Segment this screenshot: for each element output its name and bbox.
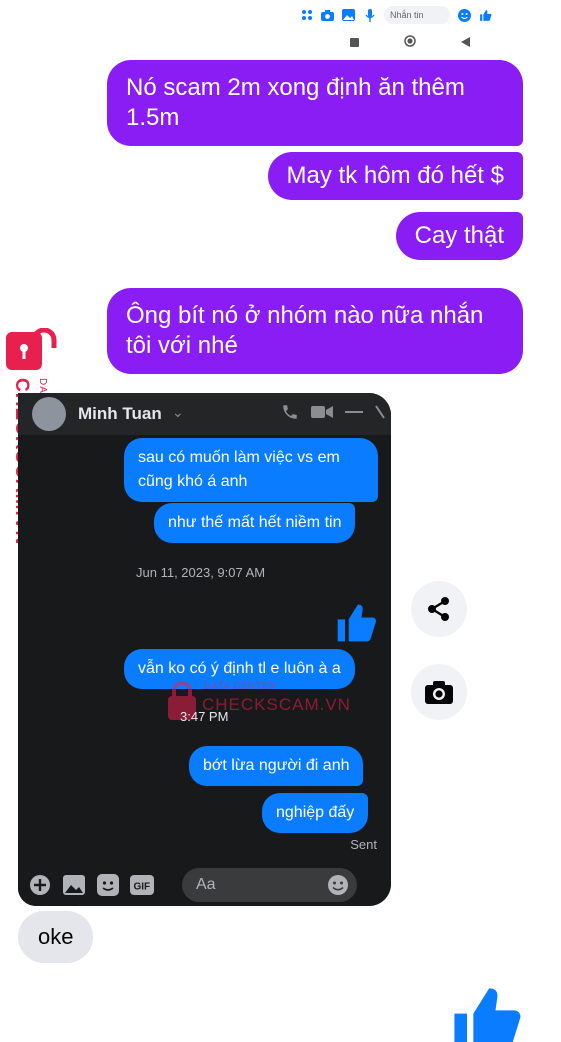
composer-bar: Nhắn tin <box>300 2 520 28</box>
screenshot-chat-header: Minh Tuan ⌄ <box>18 393 391 435</box>
square-icon[interactable] <box>350 34 359 52</box>
avatar <box>32 397 66 431</box>
screenshot-input-placeholder: Aa <box>196 876 216 893</box>
screenshot-timestamp: Jun 11, 2023, 9:07 AM <box>136 565 266 580</box>
thumbs-up-icon[interactable] <box>448 982 524 1042</box>
screenshot-timestamp: 3:47 PM <box>180 709 229 724</box>
message-status: Sent <box>350 837 377 852</box>
screenshot-message: nghiệp đấy <box>262 793 369 833</box>
contact-name: Minh Tuan <box>78 404 162 423</box>
back-triangle-icon[interactable] <box>461 34 470 52</box>
minimize-icon <box>345 411 363 413</box>
thumbs-up-icon[interactable] <box>479 9 492 22</box>
apps-icon[interactable] <box>300 9 313 22</box>
screenshot-composer: GIF Aa <box>18 863 391 906</box>
share-button[interactable] <box>411 581 467 637</box>
lock-icon <box>6 328 57 370</box>
video-call-icon <box>311 406 333 418</box>
shared-screenshot[interactable]: Minh Tuan ⌄ sau có muốn làm việc vs em c… <box>18 393 391 906</box>
emoji-icon <box>328 875 348 895</box>
image-icon <box>62 873 86 897</box>
chevron-down-icon: ⌄ <box>172 404 184 420</box>
svg-text:GIF: GIF <box>134 881 151 892</box>
outgoing-message[interactable]: Cay thật <box>395 212 523 260</box>
emoji-icon[interactable] <box>458 8 471 22</box>
gif-icon: GIF <box>130 873 154 897</box>
share-icon <box>428 597 449 621</box>
microphone-icon[interactable] <box>363 8 376 22</box>
incoming-message[interactable]: oke <box>18 911 94 963</box>
screenshot-message: bớt lừa người đi anh <box>189 746 364 786</box>
outgoing-message[interactable]: Nó scam 2m xong định ăn thêm 1.5m <box>107 60 523 146</box>
camera-icon[interactable] <box>321 9 334 22</box>
screenshot-message: sau có muốn làm việc vs em cũng khó á an… <box>124 438 378 502</box>
sticker-icon <box>96 873 120 897</box>
outgoing-message[interactable]: May tk hôm đó hết $ <box>267 152 523 200</box>
add-icon <box>28 873 52 897</box>
save-image-button[interactable] <box>411 664 467 720</box>
camera-icon <box>425 681 453 704</box>
image-icon[interactable] <box>342 9 355 22</box>
screenshot-message-input: Aa <box>182 868 357 902</box>
thumbs-up-icon <box>337 604 376 642</box>
system-navigation <box>350 34 470 52</box>
message-input-placeholder: Nhắn tin <box>390 10 424 20</box>
outgoing-message[interactable]: Ông bít nó ở nhóm nào nữa nhắn tôi với n… <box>107 288 523 374</box>
message-input[interactable]: Nhắn tin <box>384 6 450 24</box>
phone-icon <box>283 405 297 419</box>
screenshot-message: như thế mất hết niềm tin <box>154 503 356 543</box>
close-icon <box>375 405 385 419</box>
circle-icon[interactable] <box>404 34 416 52</box>
watermark-sub: DATA CENTER <box>204 681 277 691</box>
